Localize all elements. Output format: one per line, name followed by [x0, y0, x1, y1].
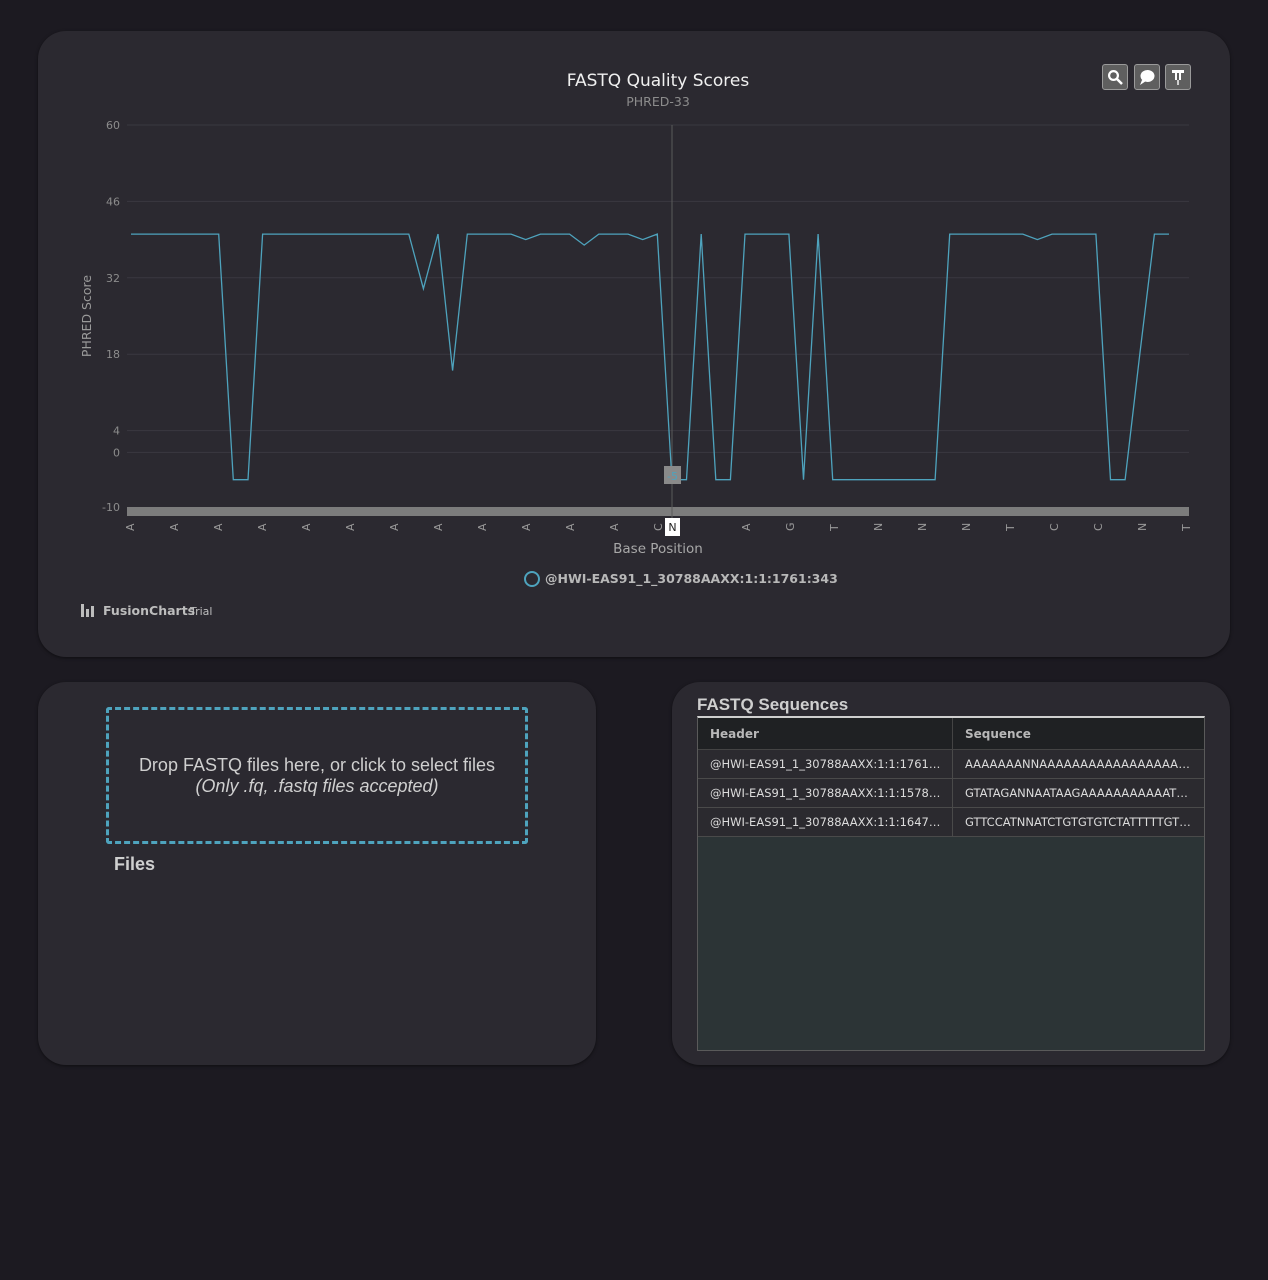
x-tick-label: C [1048, 523, 1061, 531]
sequences-heading: FASTQ Sequences [697, 695, 849, 714]
column-header-sequence[interactable]: Sequence [953, 718, 1204, 749]
x-tick-label: N [960, 523, 973, 531]
x-tick-label: A [608, 523, 621, 531]
y-tick-label: 0 [113, 446, 120, 459]
pin-button[interactable] [1165, 64, 1191, 90]
x-tick-label: A [388, 523, 401, 531]
x-tick-label: A [168, 523, 181, 531]
chart-subtitle: PHRED-33 [626, 94, 690, 109]
row-header-cell: @HWI-EAS91_1_30788AAXX:1:1:1578:331 [710, 786, 944, 800]
row-header-cell: @HWI-EAS91_1_30788AAXX:1:1:1647:512 [710, 815, 944, 829]
dropzone-accepted-types: (Only .fq, .fastq files accepted) [195, 775, 439, 796]
row-sequence-cell: GTATAGANNAATAAGAAAAAAAAAAATGAACTGAA [965, 786, 1196, 800]
y-tick-label: 4 [113, 425, 120, 438]
files-heading: Files [114, 854, 156, 874]
y-tick-label: 46 [106, 195, 120, 208]
zoom-button[interactable] [1102, 64, 1128, 90]
speech-bubble-icon [1140, 70, 1155, 85]
x-tick-label: N [872, 523, 885, 531]
sequences-card: FASTQ Sequences Header Sequence @HWI-EAS… [672, 682, 1230, 1065]
pin-icon [1172, 70, 1184, 85]
x-tick-label: C [1092, 523, 1105, 531]
x-tick-label: A [256, 523, 269, 531]
table-header-row: Header Sequence [698, 718, 1204, 750]
series-line[interactable] [131, 233, 1169, 481]
y-tick-label: 60 [106, 119, 120, 132]
zoom-icon [1108, 70, 1123, 85]
legend-label[interactable]: @HWI-EAS91_1_30788AAXX:1:1:1761:343 [545, 571, 838, 587]
x-tick-label: C [652, 523, 665, 531]
file-dropzone[interactable]: Drop FASTQ files here, or click to selec… [106, 707, 528, 844]
table-row[interactable]: @HWI-EAS91_1_30788AAXX:1:1:1578:331 GTAT… [698, 779, 1204, 808]
x-tick-label: T [828, 524, 841, 532]
watermark-suffix: Trial [189, 605, 212, 618]
quality-line-chart: FASTQ Quality Scores PHRED-33 PHRED Scor… [79, 71, 1193, 618]
watermark-brand: FusionCharts [103, 603, 195, 618]
y-tick-label: 18 [106, 348, 120, 361]
row-sequence-cell: AAAAAAANNAAAAAAAAAAAAAAAAAAAAAAAAAAAA [965, 757, 1196, 771]
x-tick-label: G [784, 522, 797, 531]
files-card: Drop FASTQ files here, or click to selec… [38, 682, 596, 1065]
x-tick-label: N [916, 523, 929, 531]
x-tick-label: A [212, 523, 225, 531]
x-tick-label: A [432, 523, 445, 531]
x-tick-label: A [300, 523, 313, 531]
dropzone-instructions: Drop FASTQ files here, or click to selec… [138, 754, 496, 775]
x-tick-label: N [1136, 523, 1149, 531]
x-tick-label: A [740, 523, 753, 531]
row-sequence-cell: GTTCCATNNATCTGTGTGTCTATTTTTGTGCTAAA [965, 815, 1196, 829]
x-tick-label: A [344, 523, 357, 531]
x-tick-label: A [476, 523, 489, 531]
quality-chart-card: FASTQ Quality Scores PHRED-33 PHRED Scor… [38, 31, 1230, 657]
table-row[interactable]: @HWI-EAS91_1_30788AAXX:1:1:1647:512 GTTC… [698, 808, 1204, 837]
x-tick-label: N [696, 523, 709, 531]
x-tick-label: T [1004, 524, 1017, 532]
annotate-button[interactable] [1134, 64, 1160, 90]
x-tick-label: A [520, 523, 533, 531]
x-tick-label: A [564, 523, 577, 531]
chart-title: FASTQ Quality Scores [567, 71, 750, 91]
x-axis-label: Base Position [613, 541, 703, 557]
highlight-label: N [668, 521, 676, 534]
legend-marker[interactable] [524, 571, 540, 587]
x-tick-label: T [1180, 524, 1193, 532]
sequences-table: Header Sequence @HWI-EAS91_1_30788AAXX:1… [697, 716, 1205, 1051]
table-row[interactable]: @HWI-EAS91_1_30788AAXX:1:1:1761:343 AAAA… [698, 750, 1204, 779]
y-axis-label: PHRED Score [79, 275, 94, 357]
y-tick-label: 32 [106, 272, 120, 285]
value-tooltip: -5 [667, 470, 678, 483]
x-tick-label: A [124, 523, 137, 531]
row-header-cell: @HWI-EAS91_1_30788AAXX:1:1:1761:343 [710, 757, 944, 771]
column-header-header[interactable]: Header [698, 718, 953, 749]
y-tick-label: -10 [102, 501, 120, 514]
fusioncharts-logo-icon [81, 604, 94, 617]
x-axis-scrollbar[interactable] [127, 507, 1189, 516]
